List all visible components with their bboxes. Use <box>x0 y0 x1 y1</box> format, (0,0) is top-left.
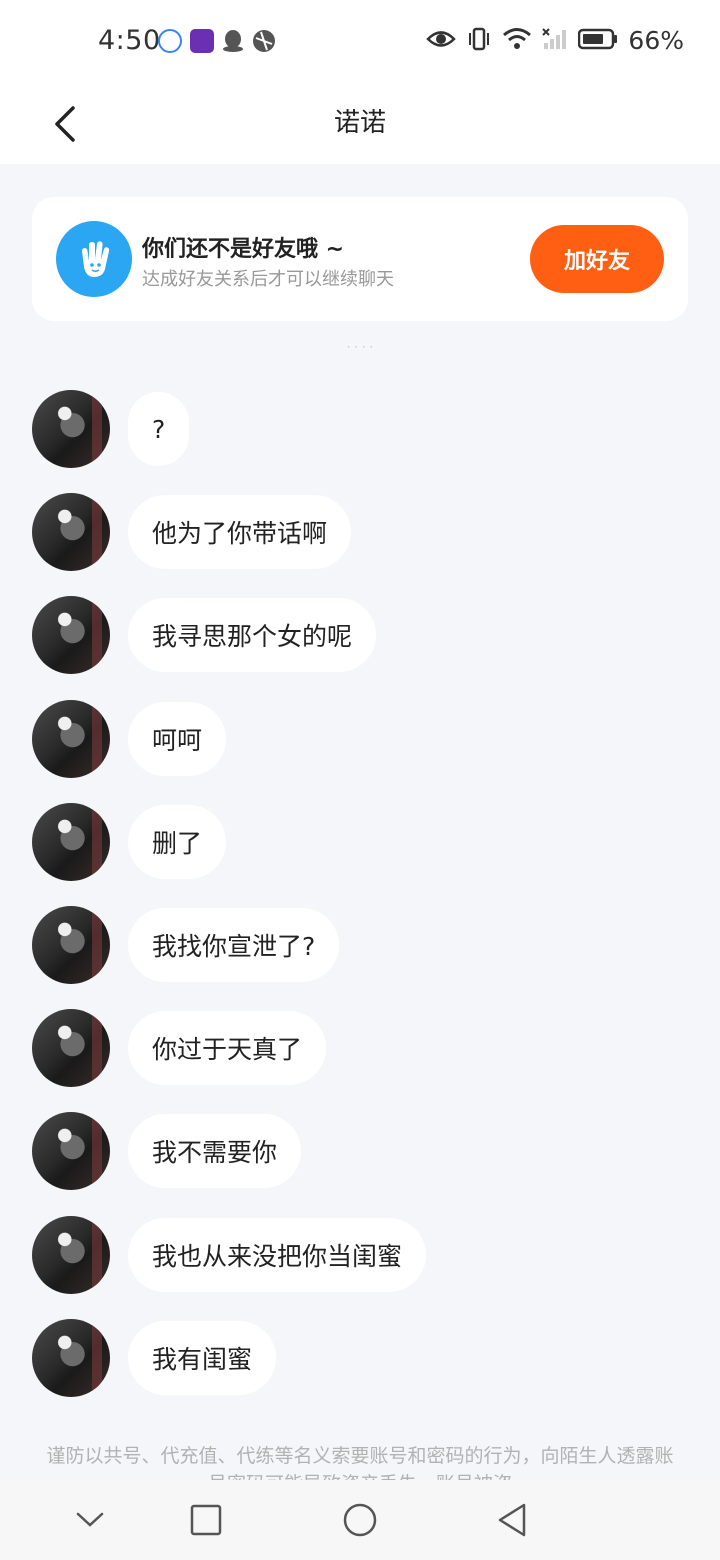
eye-icon <box>426 28 457 54</box>
message-bubble[interactable]: 他为了你带话啊 <box>128 495 352 569</box>
friend-card-subtitle: 达成好友关系后才可以继续聊天 <box>142 269 394 290</box>
nav-collapse-button[interactable] <box>70 1500 110 1540</box>
message-bubble[interactable]: 我找你宣泄了? <box>128 908 340 982</box>
game-app-icon <box>190 29 214 53</box>
qq-penguin-icon <box>222 29 244 57</box>
friend-request-card: 你们还不是好友哦 ~ 达成好友关系后才可以继续聊天 加好友 <box>32 197 688 321</box>
message-bubble[interactable]: 你过于天真了 <box>128 1011 327 1085</box>
message-bubble[interactable]: 我也从来没把你当闺蜜 <box>128 1218 427 1292</box>
status-right: 66% <box>426 26 684 55</box>
message-bubble[interactable]: 呵呵 <box>128 702 227 776</box>
avatar[interactable] <box>32 390 110 468</box>
add-friend-button[interactable]: 加好友 <box>530 225 664 293</box>
nav-recents-button[interactable] <box>186 1500 226 1540</box>
battery-percent: 66% <box>628 26 684 55</box>
faded-text: · · · · <box>346 340 374 354</box>
message-bubble[interactable]: 我寻思那个女的呢 <box>128 598 377 672</box>
chat-header: 诺诺 <box>0 84 720 164</box>
friend-card-title: 你们还不是好友哦 ~ <box>142 237 345 262</box>
status-time: 4:50 <box>98 25 161 56</box>
avatar[interactable] <box>32 1319 110 1397</box>
status-bar: 4:50 66% <box>0 0 720 84</box>
avatar[interactable] <box>32 700 110 778</box>
circle-icon <box>343 1503 377 1537</box>
avatar[interactable] <box>32 1216 110 1294</box>
page-title: 诺诺 <box>333 108 386 138</box>
avatar[interactable] <box>32 803 110 881</box>
avatar[interactable] <box>32 493 110 571</box>
message-bubble[interactable]: 我不需要你 <box>128 1114 302 1188</box>
message-bubble[interactable]: 我有闺蜜 <box>128 1321 277 1395</box>
avatar[interactable] <box>32 1009 110 1087</box>
message-bubble[interactable]: ? <box>128 392 190 466</box>
avatar[interactable] <box>32 1112 110 1190</box>
system-nav-bar <box>0 1480 720 1560</box>
signal-icon <box>542 27 568 55</box>
music-app-icon <box>158 29 182 53</box>
triangle-back-icon <box>498 1503 526 1537</box>
status-app-icons <box>158 29 276 57</box>
message-bubble[interactable]: 删了 <box>128 805 227 879</box>
battery-icon <box>578 28 618 54</box>
wifi-icon <box>502 27 532 55</box>
nav-back-button[interactable] <box>492 1500 532 1540</box>
chevron-down-icon <box>76 1512 104 1527</box>
vibrate-icon <box>466 27 492 55</box>
hand-wave-icon <box>56 221 132 297</box>
avatar[interactable] <box>32 906 110 984</box>
browser-icon <box>252 29 276 57</box>
avatar[interactable] <box>32 596 110 674</box>
square-icon <box>190 1504 222 1536</box>
security-warning: 谨防以共号、代充值、代练等名义索要账号和密码的行为，向陌生人透露账号密码可能导致… <box>46 1445 674 1480</box>
nav-home-button[interactable] <box>340 1500 380 1540</box>
